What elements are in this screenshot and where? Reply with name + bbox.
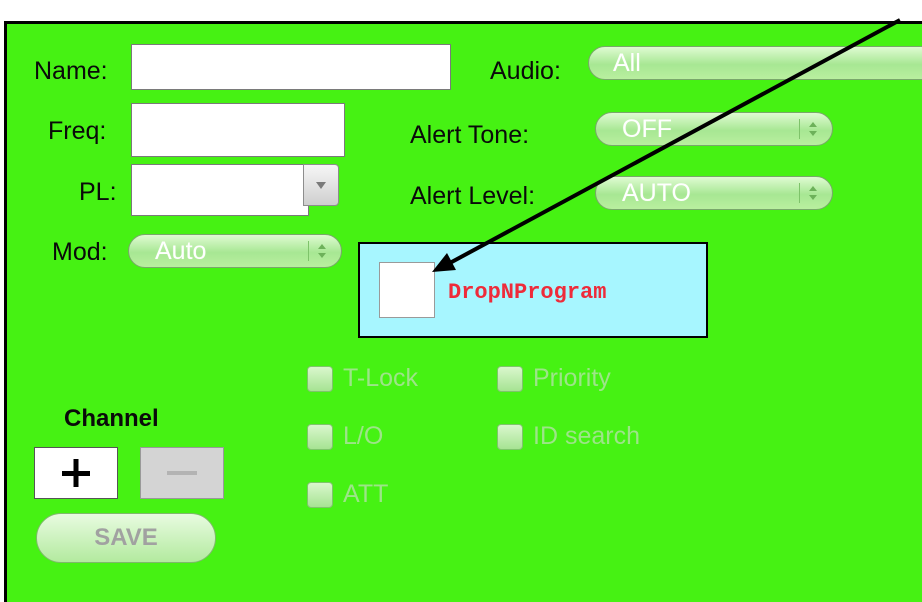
annotation-arrow bbox=[432, 18, 901, 272]
